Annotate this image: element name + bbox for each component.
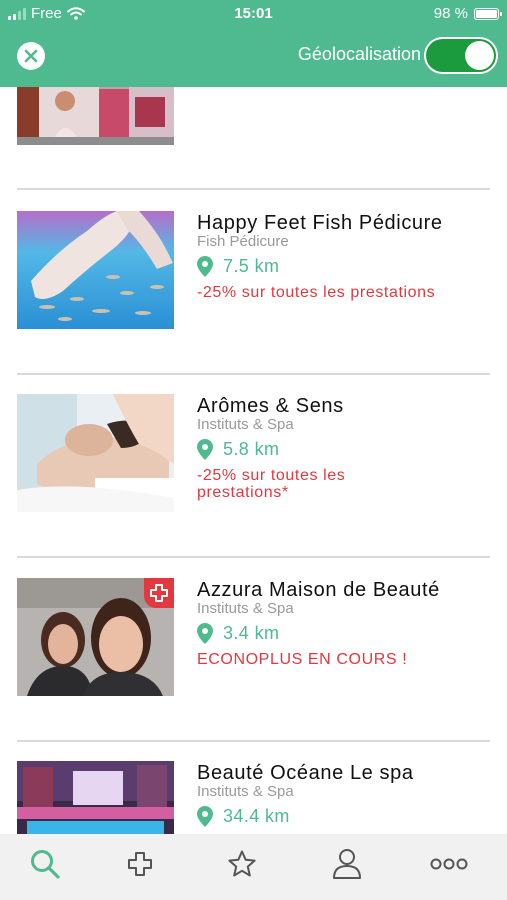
cross-icon [128, 852, 152, 876]
search-icon [31, 850, 60, 879]
listing-promo: ECONOPLUS EN COURS ! [197, 651, 408, 668]
status-time: 15:01 [234, 5, 273, 22]
list-item[interactable]: Happy Feet Fish Pédicure Fish Pédicure 7… [0, 211, 507, 331]
close-button[interactable] [17, 42, 45, 70]
more-icon [430, 858, 468, 870]
battery-icon [474, 7, 502, 20]
listing-promo: -25% sur toutes les prestations* [197, 467, 346, 501]
listing-name: Beauté Océane Le spa [197, 762, 414, 784]
plus-badge [144, 578, 174, 608]
listing-name: Arômes & Sens [197, 395, 344, 417]
divider [17, 188, 490, 190]
listing-name: Azzura Maison de Beauté [197, 579, 440, 601]
listing-thumbnail [17, 394, 174, 512]
tab-bar [0, 834, 507, 900]
user-icon [333, 849, 361, 879]
divider [17, 373, 490, 375]
location-pin-icon [197, 439, 213, 460]
results-list[interactable]: Happy Feet Fish Pédicure Fish Pédicure 7… [0, 87, 507, 834]
status-bar: Free 15:01 98 % [0, 0, 507, 28]
location-pin-icon [197, 623, 213, 644]
listing-category: Instituts & Spa [197, 783, 294, 800]
tab-profile[interactable] [327, 848, 367, 880]
tab-search[interactable] [25, 848, 65, 880]
geolocation-toggle[interactable] [424, 37, 498, 74]
divider [17, 556, 490, 558]
list-item-thumbnail-partial[interactable] [17, 87, 174, 145]
listing-category: Instituts & Spa [197, 600, 294, 617]
star-icon [228, 850, 256, 877]
listing-distance: 34.4 km [223, 806, 290, 826]
battery: 98 % [433, 5, 502, 22]
tab-favorites[interactable] [222, 848, 262, 880]
list-item[interactable]: Azzura Maison de Beauté Instituts & Spa … [0, 578, 507, 698]
battery-text: 98 % [433, 5, 468, 22]
listing-thumbnail [17, 211, 174, 329]
listing-promo: -25% sur toutes les prestations [197, 284, 436, 301]
listing-thumbnail [17, 578, 174, 696]
close-icon [24, 49, 38, 63]
list-item[interactable]: Beauté Océane Le spa Instituts & Spa 34.… [0, 761, 507, 834]
geolocation-label: Géolocalisation [297, 44, 421, 64]
listing-thumbnail [17, 761, 174, 834]
listing-category: Fish Pédicure [197, 233, 289, 250]
plus-icon [150, 584, 168, 602]
tab-cross[interactable] [120, 848, 160, 880]
top-bar: Free 15:01 98 % Géolocalisation [0, 0, 507, 87]
toggle-knob [465, 41, 494, 70]
listing-name: Happy Feet Fish Pédicure [197, 212, 443, 234]
listing-distance: 3.4 km [223, 623, 280, 643]
listing-distance: 5.8 km [223, 439, 280, 459]
tab-more[interactable] [429, 848, 469, 880]
listing-distance: 7.5 km [223, 256, 280, 276]
location-pin-icon [197, 806, 213, 827]
listing-category: Instituts & Spa [197, 416, 294, 433]
divider [17, 740, 490, 742]
list-item[interactable]: Arômes & Sens Instituts & Spa 5.8 km -25… [0, 394, 507, 514]
location-pin-icon [197, 256, 213, 277]
